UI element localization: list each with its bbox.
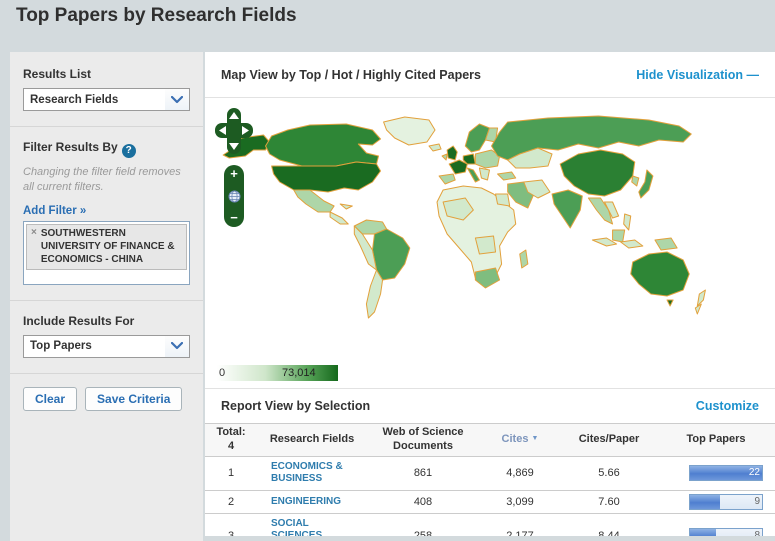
add-filter-link[interactable]: Add Filter » bbox=[23, 205, 86, 217]
filter-chip-label: SOUTHWESTERN UNIVERSITY OF FINANCE & ECO… bbox=[41, 227, 182, 266]
wos-docs-value: 861 bbox=[367, 467, 479, 479]
hide-visualization-link[interactable]: Hide Visualization — bbox=[636, 68, 759, 82]
wos-docs-value: 258 bbox=[367, 530, 479, 536]
cites-per-paper-value: 8.44 bbox=[561, 530, 657, 536]
filter-results-by-label: Filter Results By? bbox=[23, 140, 190, 158]
results-list-value: Research Fields bbox=[24, 94, 165, 106]
remove-filter-icon[interactable]: × bbox=[31, 227, 37, 266]
map-controls: + − bbox=[215, 108, 255, 227]
top-papers-value: 22 bbox=[749, 467, 760, 478]
top-papers-value: 9 bbox=[754, 496, 760, 507]
filter-chip[interactable]: × SOUTHWESTERN UNIVERSITY OF FINANCE & E… bbox=[26, 224, 187, 270]
col-top-papers: Top Papers bbox=[657, 431, 775, 449]
top-papers-bar: 8 bbox=[689, 528, 763, 536]
top-papers-bar: 9 bbox=[689, 494, 763, 510]
sidebar: Results List Research Fields Filter Resu… bbox=[10, 52, 203, 541]
map-legend: 0 73,014 bbox=[213, 360, 775, 388]
active-filters-box[interactable]: × SOUTHWESTERN UNIVERSITY OF FINANCE & E… bbox=[23, 221, 190, 285]
row-rank: 2 bbox=[205, 496, 257, 508]
legend-min-value: 0 bbox=[219, 367, 225, 379]
main-panel: Map View by Top / Hot / Highly Cited Pap… bbox=[205, 52, 775, 536]
research-field-link[interactable]: ECONOMICS & BUSINESS bbox=[271, 461, 353, 486]
cites-value: 4,869 bbox=[479, 467, 561, 479]
help-icon[interactable]: ? bbox=[122, 144, 136, 158]
col-wos-documents: Web of Science Documents bbox=[367, 424, 479, 456]
include-results-value: Top Papers bbox=[24, 340, 165, 352]
total-label: Total: bbox=[216, 426, 245, 438]
zoom-in-icon[interactable]: + bbox=[230, 168, 238, 180]
row-rank: 1 bbox=[205, 467, 257, 479]
row-rank: 3 bbox=[205, 530, 257, 536]
chevron-down-icon bbox=[165, 89, 189, 110]
filter-note: Changing the filter field removes all cu… bbox=[23, 165, 190, 195]
customize-link[interactable]: Customize bbox=[696, 399, 759, 413]
globe-icon[interactable] bbox=[228, 190, 241, 203]
zoom-out-icon[interactable]: − bbox=[230, 212, 238, 224]
bar-fill bbox=[690, 529, 716, 536]
sidebar-divider bbox=[10, 373, 203, 374]
collapse-icon: — bbox=[747, 68, 760, 82]
chevron-down-icon bbox=[165, 336, 189, 357]
map-view-title: Map View by Top / Hot / Highly Cited Pap… bbox=[221, 68, 481, 82]
include-results-dropdown[interactable]: Top Papers bbox=[23, 335, 190, 358]
sidebar-buttons: Clear Save Criteria bbox=[23, 387, 190, 411]
total-value: 4 bbox=[228, 440, 234, 452]
table-row: 2 ENGINEERING 408 3,099 7.60 9 bbox=[205, 491, 775, 514]
world-choropleth-map[interactable] bbox=[205, 98, 775, 354]
results-list-label: Results List bbox=[23, 67, 190, 81]
research-field-link[interactable]: SOCIAL SCIENCES, GENERAL bbox=[271, 518, 353, 537]
zoom-control[interactable]: + − bbox=[224, 165, 244, 227]
cites-per-paper-value: 5.66 bbox=[561, 467, 657, 479]
hide-visualization-text: Hide Visualization bbox=[636, 68, 743, 82]
wos-docs-value: 408 bbox=[367, 496, 479, 508]
top-papers-value: 8 bbox=[754, 530, 760, 536]
report-section-header: Report View by Selection Customize bbox=[205, 389, 775, 423]
cites-value: 3,099 bbox=[479, 496, 561, 508]
cites-per-paper-value: 7.60 bbox=[561, 496, 657, 508]
pan-control[interactable] bbox=[215, 108, 253, 154]
clear-button[interactable]: Clear bbox=[23, 387, 77, 411]
page-header: Top Papers by Research Fields bbox=[0, 0, 775, 52]
report-view-title: Report View by Selection bbox=[221, 399, 370, 413]
sidebar-divider bbox=[10, 300, 203, 301]
total-header: Total: 4 bbox=[205, 424, 257, 456]
country-regions[interactable] bbox=[223, 116, 705, 318]
col-cites-per-paper: Cites/Paper bbox=[561, 431, 657, 449]
top-papers-bar: 22 bbox=[689, 465, 763, 481]
legend-gradient-bar bbox=[217, 365, 338, 381]
col-research-fields: Research Fields bbox=[257, 431, 367, 449]
world-map-area[interactable]: + − bbox=[205, 98, 775, 354]
page-title: Top Papers by Research Fields bbox=[16, 5, 775, 27]
cites-value: 2,177 bbox=[479, 530, 561, 536]
table-header-row: Total: 4 Research Fields Web of Science … bbox=[205, 423, 775, 457]
col-cites-label: Cites bbox=[502, 433, 529, 445]
bar-fill bbox=[690, 495, 720, 509]
legend-max-value: 73,014 bbox=[282, 367, 316, 379]
table-row: 1 ECONOMICS & BUSINESS 861 4,869 5.66 22 bbox=[205, 457, 775, 491]
sidebar-divider bbox=[10, 126, 203, 127]
filter-results-by-text: Filter Results By bbox=[23, 140, 118, 154]
table-row: 3 SOCIAL SCIENCES, GENERAL 258 2,177 8.4… bbox=[205, 514, 775, 537]
results-list-dropdown[interactable]: Research Fields bbox=[23, 88, 190, 111]
col-cites-sortable[interactable]: Cites ▼ bbox=[479, 431, 561, 449]
sort-desc-icon: ▼ bbox=[532, 435, 539, 442]
research-field-link[interactable]: ENGINEERING bbox=[271, 496, 341, 509]
save-criteria-button[interactable]: Save Criteria bbox=[85, 387, 182, 411]
report-table: Total: 4 Research Fields Web of Science … bbox=[205, 423, 775, 536]
include-results-label: Include Results For bbox=[23, 314, 190, 328]
map-section-header: Map View by Top / Hot / Highly Cited Pap… bbox=[205, 52, 775, 97]
